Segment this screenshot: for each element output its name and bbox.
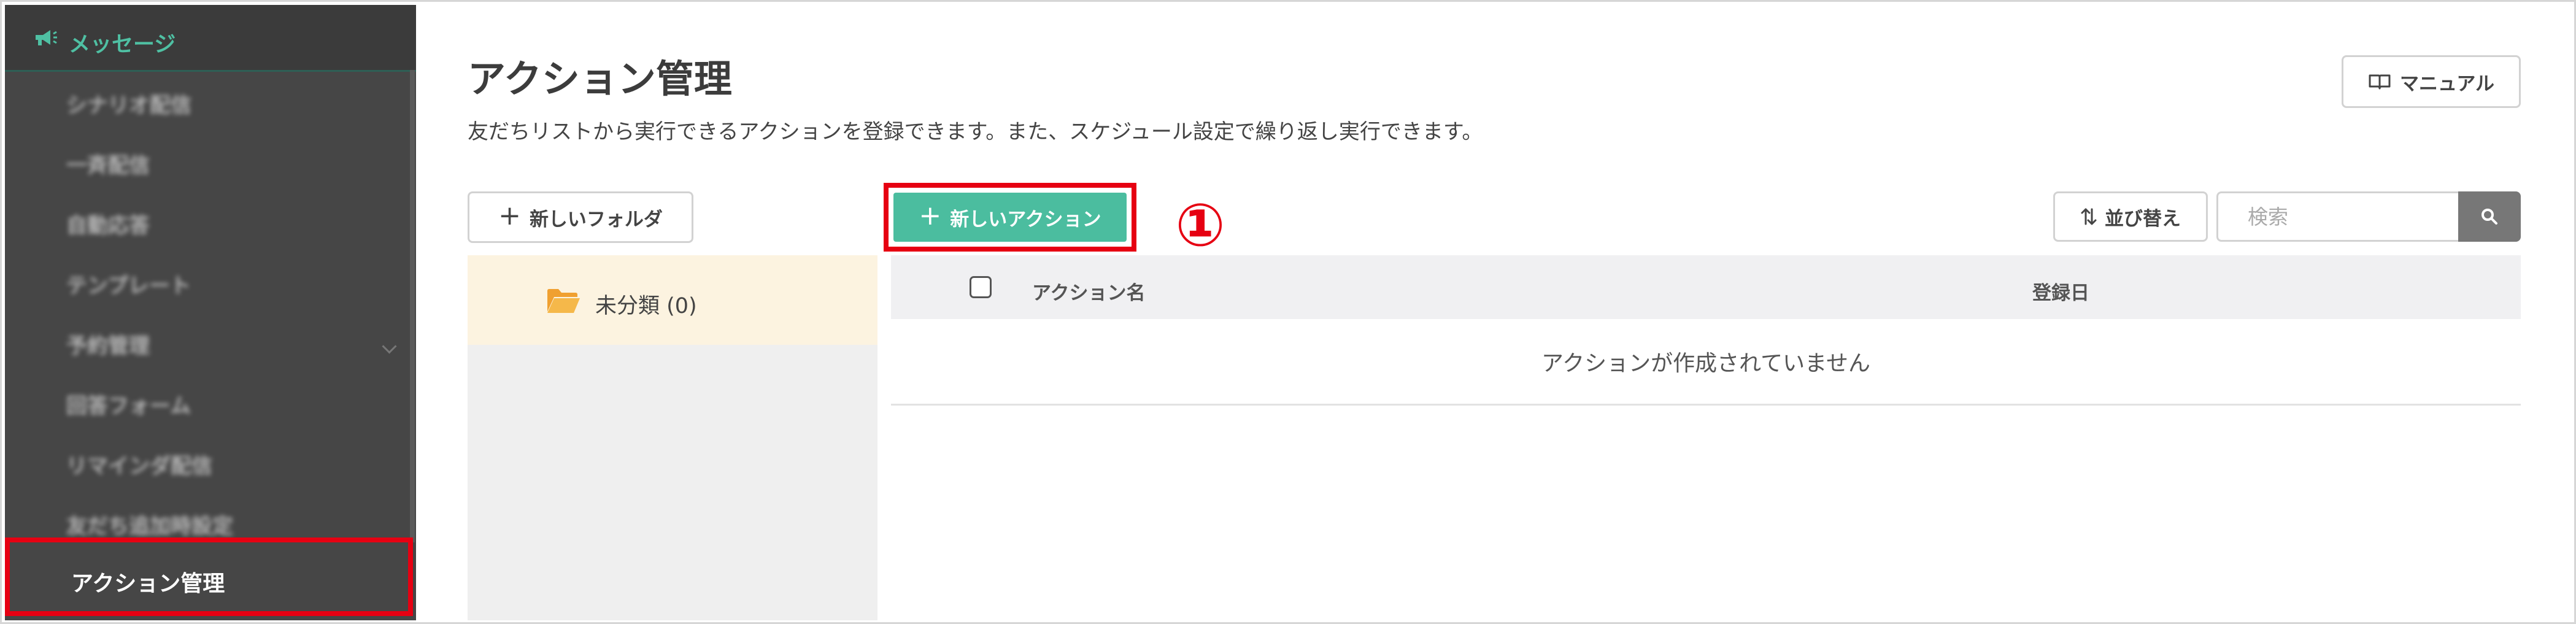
sidebar-item-label: 回答フォーム [66,393,191,418]
sidebar-item-reservation[interactable]: 予約管理 [66,330,150,358]
sidebar-item-label: シナリオ配信 [66,93,191,118]
sidebar-item-label: 自動応答 [66,213,150,238]
sidebar-item-scenario[interactable]: シナリオ配信 [66,90,191,118]
folder-open-icon [547,289,580,313]
empty-state-message: アクションが作成されていません [891,319,2521,406]
highlight-frame: + 新しいアクション [884,183,1136,252]
sidebar-item-action-management[interactable]: アクション管理 [5,537,413,616]
sidebar-item-label: リマインダ配信 [66,453,212,479]
sidebar-item-template[interactable]: テンプレート [66,270,191,298]
sidebar-item-friend-add-settings[interactable]: 友だち追加時設定 [66,510,233,539]
search-button[interactable] [2458,191,2521,242]
manual-button-label: マニュアル [2399,72,2495,95]
folder-label: 未分類 (0) [595,294,697,318]
sidebar-item-reminder[interactable]: リマインダ配信 [66,450,212,479]
page-title: アクション管理 [468,56,732,101]
sidebar-section-title: メッセージ [69,33,176,57]
search-input[interactable] [2216,191,2461,242]
megaphone-icon [36,30,57,45]
folder-item-uncategorized[interactable]: 未分類 (0) [468,255,877,345]
sidebar-section-header[interactable]: メッセージ [5,5,416,72]
new-action-button[interactable]: + 新しいアクション [893,193,1127,242]
sidebar-item-label: 友だち追加時設定 [66,514,233,539]
sidebar-item-label: アクション管理 [71,571,225,596]
new-action-label: 新しいアクション [950,208,1101,231]
sidebar-item-auto-reply[interactable]: 自動応答 [66,210,150,238]
new-folder-label: 新しいフォルダ [529,208,663,231]
page-description: 友だちリストから実行できるアクションを登録できます。また、スケジュール設定で繰り… [468,120,1483,144]
book-icon [2369,74,2391,90]
column-header-registered-date[interactable]: 登録日 [2032,277,2089,305]
chevron-down-icon[interactable] [382,339,397,354]
sidebar-item-label: 一斉配信 [66,153,150,178]
sidebar-scrollbar[interactable] [410,70,415,542]
search-icon [2482,209,2497,225]
column-header-action-name[interactable]: アクション名 [1032,277,1145,305]
sidebar-item-form[interactable]: 回答フォーム [66,390,191,418]
table-header: アクション名 登録日 [891,255,2521,319]
sort-button[interactable]: 並び替え [2053,191,2208,242]
sidebar-item-label: テンプレート [66,273,191,298]
plus-icon: + [919,200,942,231]
sort-icon [2081,208,2097,225]
sidebar-item-label: 予約管理 [66,333,150,358]
select-all-checkbox[interactable] [970,276,992,298]
plus-icon: + [498,200,521,231]
sort-button-label: 並び替え [2105,207,2181,230]
folder-panel: 未分類 (0) [468,255,877,620]
manual-button[interactable]: マニュアル [2342,55,2521,108]
sidebar: メッセージ シナリオ配信 一斉配信 自動応答 テンプレート 予約管理 回答フォー… [5,5,416,620]
new-folder-button[interactable]: + 新しいフォルダ [468,191,693,243]
sidebar-item-broadcast[interactable]: 一斉配信 [66,150,150,178]
